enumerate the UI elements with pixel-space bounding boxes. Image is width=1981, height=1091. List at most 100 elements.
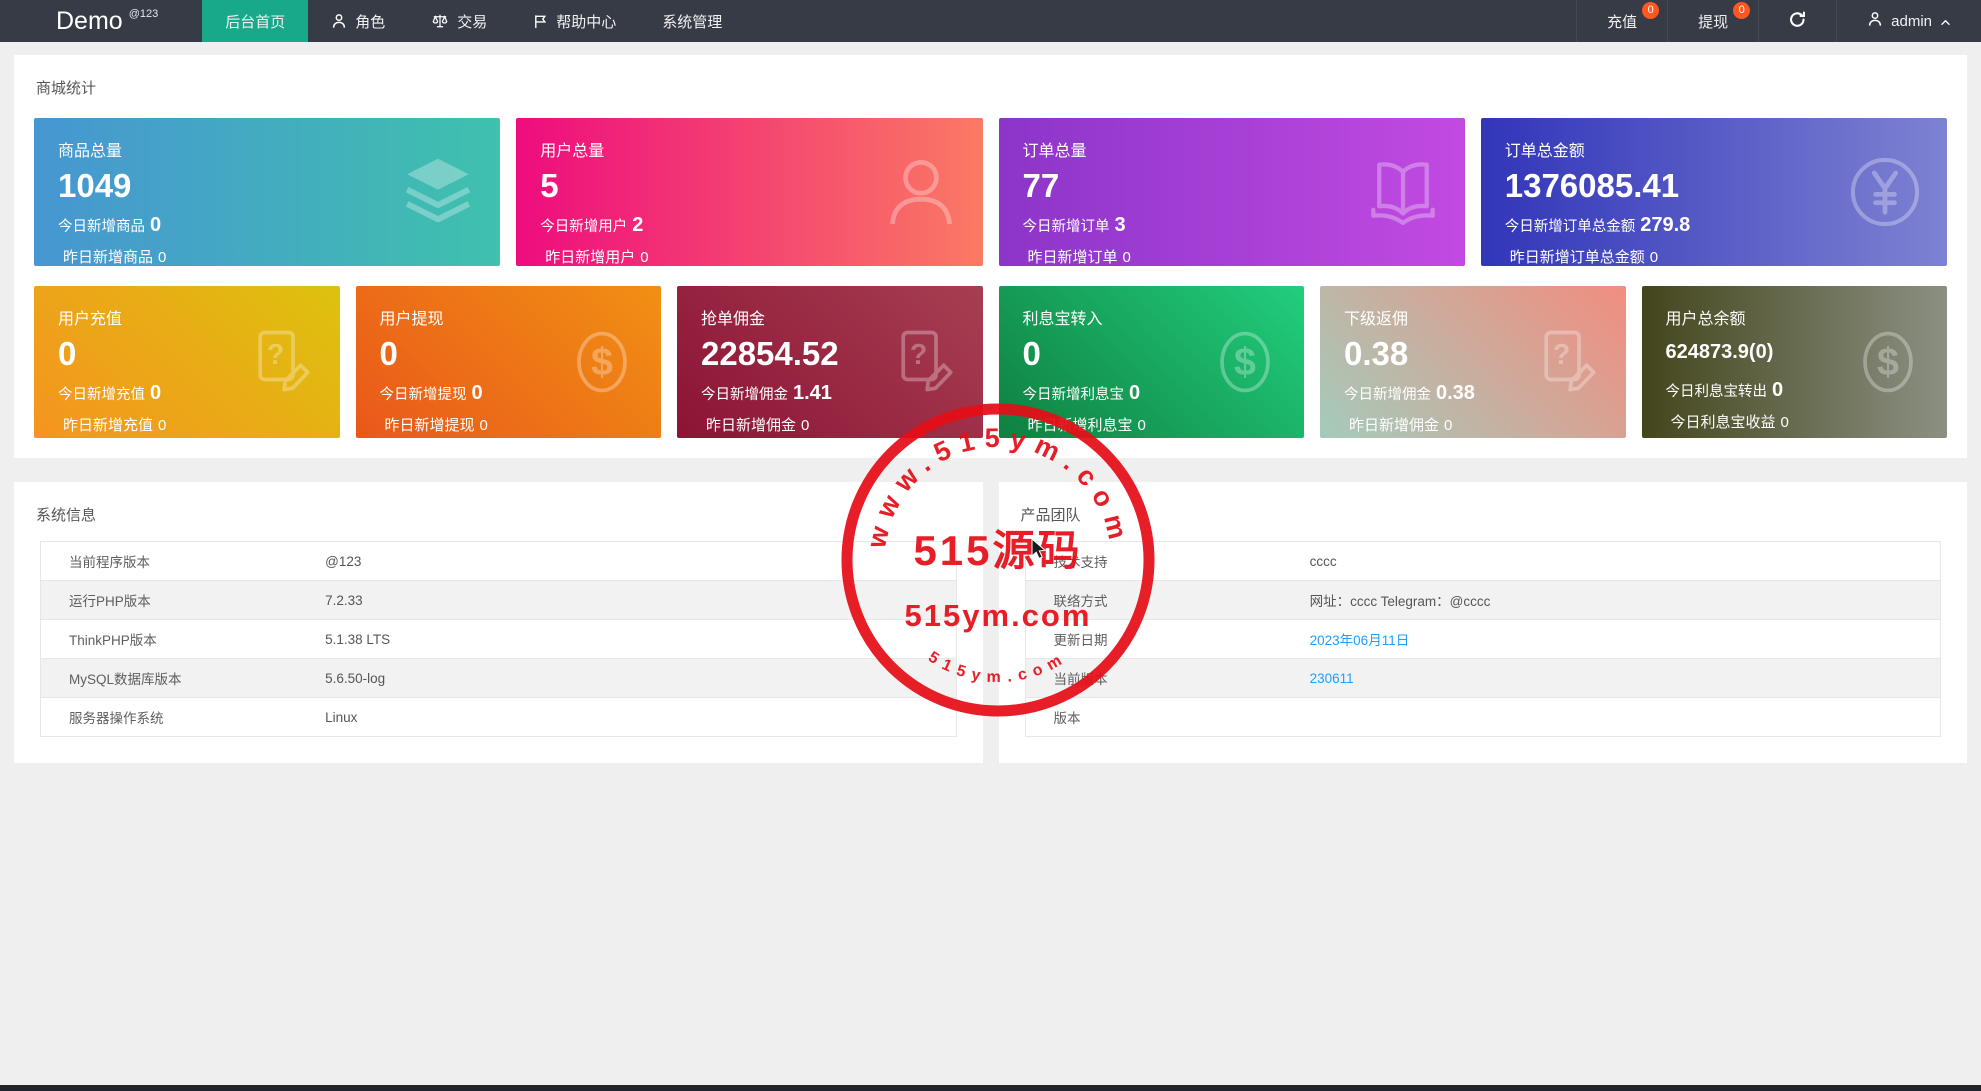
table-row: 更新日期2023年06月11日 bbox=[1025, 620, 1941, 659]
row-value-link[interactable]: 230611 bbox=[1300, 659, 1941, 698]
stat-card-yesterday-line: 今日利息宝收益0 bbox=[1666, 411, 1924, 432]
stat-card-yesterday-line: 昨日新增商品0 bbox=[58, 246, 476, 266]
system-info-panel: 系统信息 当前程序版本@123运行PHP版本7.2.33ThinkPHP版本5.… bbox=[14, 482, 983, 763]
row-value: 网址：cccc Telegram：@cccc bbox=[1300, 581, 1941, 620]
bottom-edge-strip bbox=[0, 1085, 1981, 1091]
row-value: 5.1.38 LTS bbox=[315, 620, 956, 659]
yen-icon bbox=[1847, 154, 1923, 230]
user-menu[interactable]: admin bbox=[1836, 0, 1981, 42]
table-row: 运行PHP版本7.2.33 bbox=[41, 581, 957, 620]
stat-card-yesterday-line: 昨日新增佣金0 bbox=[1344, 414, 1602, 435]
svg-text:$: $ bbox=[1234, 340, 1256, 384]
user-name: admin bbox=[1891, 13, 1932, 30]
svg-text:$: $ bbox=[591, 340, 613, 384]
team-table: 技术支持cccc联络方式网址：cccc Telegram：@cccc更新日期20… bbox=[1025, 541, 1942, 737]
row-label: 当前版本 bbox=[1025, 659, 1300, 698]
row-label: 当前程序版本 bbox=[41, 542, 316, 581]
dollar-icon: $ bbox=[1853, 327, 1923, 397]
stat-card-title: 下级返佣 bbox=[1344, 305, 1602, 329]
table-row: ThinkPHP版本5.1.38 LTS bbox=[41, 620, 957, 659]
table-row: 联络方式网址：cccc Telegram：@cccc bbox=[1025, 581, 1941, 620]
table-row: 服务器操作系统Linux bbox=[41, 698, 957, 737]
scales-icon bbox=[431, 13, 449, 29]
stat-card-title: 用户总余额 bbox=[1666, 305, 1924, 329]
svg-text:?: ? bbox=[909, 339, 926, 371]
stat-card-title: 用户提现 bbox=[380, 305, 638, 329]
app-logo: Demo @123 bbox=[0, 0, 202, 42]
refresh-button[interactable] bbox=[1758, 0, 1836, 42]
flag-icon bbox=[533, 13, 548, 29]
user-icon bbox=[1867, 11, 1883, 31]
withdraw-button[interactable]: 提现 0 bbox=[1667, 0, 1758, 42]
stat-card: 订单总量77今日新增订单3昨日新增订单0 bbox=[999, 118, 1465, 266]
stats-cards-row1: 商品总量1049今日新增商品0昨日新增商品0用户总量5今日新增用户2昨日新增用户… bbox=[14, 98, 1967, 286]
nav-item-5[interactable]: 系统管理 bbox=[639, 0, 745, 42]
row-label: 运行PHP版本 bbox=[41, 581, 316, 620]
nav-item-label: 交易 bbox=[457, 11, 487, 32]
table-row: 当前版本230611 bbox=[1025, 659, 1941, 698]
table-row: 技术支持cccc bbox=[1025, 542, 1941, 581]
stat-card-title: 抢单佣金 bbox=[701, 305, 959, 329]
recharge-label: 充值 bbox=[1607, 11, 1637, 32]
stat-card-yesterday-line: 昨日新增订单总金额0 bbox=[1505, 246, 1923, 266]
table-row: 当前程序版本@123 bbox=[41, 542, 957, 581]
svg-text:?: ? bbox=[266, 339, 283, 371]
row-label: 联络方式 bbox=[1025, 581, 1300, 620]
stat-card-yesterday-line: 昨日新增利息宝0 bbox=[1023, 414, 1281, 435]
row-value: @123 bbox=[315, 542, 956, 581]
doc-question-icon: ? bbox=[246, 327, 316, 397]
stat-card: 利息宝转入0今日新增利息宝0昨日新增利息宝0$ bbox=[999, 286, 1305, 438]
row-label: 版本 bbox=[1025, 698, 1300, 737]
stat-card: 用户充值0今日新增充值0昨日新增充值0? bbox=[34, 286, 340, 438]
table-row: MySQL数据库版本5.6.50-log bbox=[41, 659, 957, 698]
nav-item-2[interactable]: 角色 bbox=[308, 0, 408, 42]
stats-section-title: 商城统计 bbox=[14, 55, 1967, 98]
chevron-up-icon bbox=[1940, 13, 1951, 30]
withdraw-label: 提现 bbox=[1698, 11, 1728, 32]
row-label: MySQL数据库版本 bbox=[41, 659, 316, 698]
doc-question-icon: ? bbox=[889, 327, 959, 397]
recharge-button[interactable]: 充值0 bbox=[1576, 0, 1667, 42]
stat-card-title: 用户充值 bbox=[58, 305, 316, 329]
svg-text:?: ? bbox=[1552, 339, 1569, 371]
stat-card-yesterday-line: 昨日新增提现0 bbox=[380, 414, 638, 435]
team-panel: 产品团队 技术支持cccc联络方式网址：cccc Telegram：@cccc更… bbox=[999, 482, 1968, 763]
nav-item-label: 角色 bbox=[355, 11, 385, 32]
svg-text:$: $ bbox=[1877, 340, 1899, 384]
row-value: 5.6.50-log bbox=[315, 659, 956, 698]
stat-card: 用户总余额624873.9(0)今日利息宝转出0今日利息宝收益0$ bbox=[1642, 286, 1948, 438]
person-large-icon bbox=[883, 154, 959, 230]
stat-card-yesterday-line: 昨日新增佣金0 bbox=[701, 414, 959, 435]
nav-item-4[interactable]: 帮助中心 bbox=[510, 0, 639, 42]
main-menu: 后台首页 角色 交易 帮助中心 系统管理 bbox=[202, 0, 745, 42]
row-value: 7.2.33 bbox=[315, 581, 956, 620]
dollar-icon: $ bbox=[1210, 327, 1280, 397]
layers-icon bbox=[400, 154, 476, 230]
dollar-icon: $ bbox=[567, 327, 637, 397]
nav-item-1[interactable]: 后台首页 bbox=[202, 0, 308, 42]
person-icon bbox=[331, 13, 347, 29]
row-value: cccc bbox=[1300, 542, 1941, 581]
row-label: ThinkPHP版本 bbox=[41, 620, 316, 659]
nav-item-label: 帮助中心 bbox=[556, 11, 616, 32]
row-value: Linux bbox=[315, 698, 956, 737]
logo-version: @123 bbox=[129, 8, 159, 20]
withdraw-badge: 0 bbox=[1733, 2, 1750, 19]
nav-item-label: 系统管理 bbox=[662, 11, 722, 32]
stats-panel: 商城统计 商品总量1049今日新增商品0昨日新增商品0用户总量5今日新增用户2昨… bbox=[14, 55, 1967, 458]
stat-card: 商品总量1049今日新增商品0昨日新增商品0 bbox=[34, 118, 500, 266]
logo-text: Demo bbox=[56, 7, 123, 36]
system-info-table: 当前程序版本@123运行PHP版本7.2.33ThinkPHP版本5.1.38 … bbox=[40, 541, 957, 737]
stat-card-yesterday-line: 昨日新增充值0 bbox=[58, 414, 316, 435]
top-navbar: Demo @123 后台首页 角色 交易 帮助中心 系统管理 充值0 提现 0 admin bbox=[0, 0, 1981, 42]
navbar-right: 充值0 提现 0 admin bbox=[1576, 0, 1981, 42]
nav-item-3[interactable]: 交易 bbox=[408, 0, 510, 42]
stat-card: 下级返佣0.38今日新增佣金0.38昨日新增佣金0? bbox=[1320, 286, 1626, 438]
stat-card-title: 利息宝转入 bbox=[1023, 305, 1281, 329]
system-info-title: 系统信息 bbox=[14, 482, 983, 525]
stat-card: 订单总金额1376085.41今日新增订单总金额279.8昨日新增订单总金额0 bbox=[1481, 118, 1947, 266]
row-value bbox=[1300, 698, 1941, 737]
row-label: 技术支持 bbox=[1025, 542, 1300, 581]
row-value-link[interactable]: 2023年06月11日 bbox=[1300, 620, 1941, 659]
page-content: 商城统计 商品总量1049今日新增商品0昨日新增商品0用户总量5今日新增用户2昨… bbox=[0, 55, 1981, 763]
